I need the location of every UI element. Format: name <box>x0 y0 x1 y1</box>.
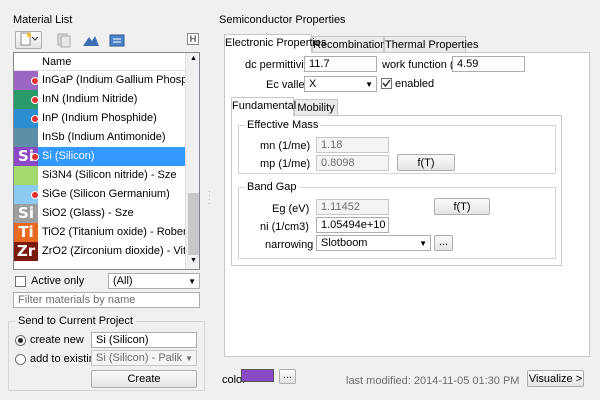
material-element-icon: Si <box>14 204 38 223</box>
material-list-item[interactable]: InP (Indium Phosphide) <box>14 109 185 128</box>
add-existing-dropdown[interactable]: Si (Silicon) - Palik ▼ <box>91 350 197 366</box>
scroll-down-icon[interactable]: ▼ <box>188 257 199 264</box>
add-existing-value: Si (Silicon) - Palik <box>96 352 183 364</box>
material-filter-value: (All) <box>113 275 133 287</box>
ni-label: ni (1/cm3) <box>260 221 309 233</box>
add-existing-radio[interactable] <box>15 354 26 365</box>
no-entry-icon <box>31 77 39 85</box>
material-name: ZrO2 (Zirconium dioxide) - Vitanov <box>42 245 185 257</box>
band-gap-title: Band Gap <box>245 181 299 193</box>
ec-valley-dropdown[interactable]: X ▼ <box>304 76 377 92</box>
material-list[interactable]: Name InGaP (Indium Gallium Phosphide) InN… <box>13 52 200 270</box>
material-element-icon <box>14 128 38 147</box>
material-name: InGaP (Indium Gallium Phosphide) <box>42 74 185 86</box>
splitter-handle[interactable]: · · · · <box>208 188 211 210</box>
no-entry-icon <box>31 115 39 123</box>
material-name: Si3N4 (Silicon nitride) - Sze <box>42 169 177 181</box>
work-function-input[interactable]: 4.59 <box>452 56 525 72</box>
narrowing-dropdown[interactable]: Slotboom ▼ <box>316 235 431 251</box>
material-element-icon: Ti <box>14 223 38 242</box>
create-new-radio[interactable] <box>15 335 26 346</box>
create-button[interactable]: Create <box>91 370 197 388</box>
checkmark-icon <box>382 79 391 88</box>
send-to-project-title: Send to Current Project <box>15 315 136 327</box>
scroll-thumb[interactable] <box>188 193 199 255</box>
material-list-item[interactable]: Si3N4 (Silicon nitride) - Sze <box>14 166 185 185</box>
new-material-button[interactable] <box>15 31 42 49</box>
no-entry-icon <box>31 153 39 161</box>
new-document-icon <box>20 32 38 46</box>
mn-input[interactable]: 1.18 <box>316 137 389 153</box>
chevron-down-icon: ▼ <box>419 239 427 248</box>
chevron-down-icon: ▼ <box>185 354 193 363</box>
tab-electronic-properties[interactable]: Electronic Properties <box>224 34 327 53</box>
corner-button[interactable]: H <box>187 33 199 45</box>
material-list-item[interactable]: Si SiO2 (Glass) - Sze <box>14 204 185 223</box>
narrowing-label: narrowing <box>265 239 314 251</box>
filter-placeholder: Filter materials by name <box>18 294 136 306</box>
material-list-title: Material List <box>13 14 73 26</box>
material-list-item[interactable]: Si Si (Silicon) <box>14 147 185 166</box>
narrowing-value: Slotboom <box>321 237 368 249</box>
subtab-mobility[interactable]: Mobility <box>294 99 338 115</box>
color-more-button[interactable]: ... <box>279 369 296 384</box>
visualize-button[interactable]: Visualize > <box>527 370 584 387</box>
material-name: SiGe (Silicon Germanium) <box>42 188 170 200</box>
column-header-label: Name <box>42 56 72 68</box>
active-only-label: Active only <box>31 275 85 287</box>
mn-label: mn (1/me) <box>260 140 311 152</box>
mass-ft-button[interactable]: f(T) <box>397 154 455 171</box>
chevron-down-icon: ▼ <box>365 80 373 89</box>
export-icon[interactable] <box>108 32 126 48</box>
band-gap-ft-button[interactable]: f(T) <box>434 198 490 215</box>
enabled-label: enabled <box>395 78 435 90</box>
narrowing-more-button[interactable]: ... <box>434 235 453 251</box>
scroll-up-icon[interactable]: ▲ <box>188 55 199 62</box>
chevron-down-icon: ▼ <box>188 277 196 286</box>
active-only-checkbox[interactable] <box>15 276 26 287</box>
material-list-item[interactable]: Ti TiO2 (Titanium oxide) - Robertson <box>14 223 185 242</box>
tab-thermal-properties[interactable]: Thermal Properties <box>384 36 479 52</box>
material-list-body: InGaP (Indium Gallium Phosphide) InN (Ind… <box>14 71 185 269</box>
eg-label: Eg (eV) <box>272 203 310 215</box>
semiconductor-properties-title: Semiconductor Properties <box>219 14 346 26</box>
dc-permittivity-label: dc permittivity <box>245 59 313 71</box>
material-filter-dropdown[interactable]: (All) ▼ <box>108 273 200 289</box>
subtab-fundamental[interactable]: Fundamental <box>231 97 296 116</box>
dc-permittivity-input[interactable]: 11.7 <box>304 56 377 72</box>
no-entry-icon <box>31 191 39 199</box>
material-name: TiO2 (Titanium oxide) - Robertson <box>42 226 185 238</box>
copy-icon[interactable] <box>56 32 72 48</box>
filter-input[interactable]: Filter materials by name <box>13 292 200 308</box>
material-list-item[interactable]: InN (Indium Nitride) <box>14 90 185 109</box>
mountain-icon[interactable] <box>82 32 100 48</box>
column-header[interactable]: Name <box>14 53 185 71</box>
material-element-icon: Zr <box>14 242 38 261</box>
material-element-icon <box>14 166 38 185</box>
list-scrollbar[interactable]: ▲ ▼ <box>185 53 199 269</box>
material-name: Si (Silicon) <box>42 150 95 162</box>
no-entry-icon <box>31 96 39 104</box>
last-modified-text: last modified: 2014-11-05 01:30 PM <box>346 375 520 387</box>
ni-input[interactable]: 1.05494e+10 <box>316 217 389 233</box>
material-name: InN (Indium Nitride) <box>42 93 138 105</box>
ec-valley-value: X <box>309 78 317 90</box>
mp-input[interactable]: 0.8098 <box>316 155 389 171</box>
enabled-checkbox[interactable] <box>381 78 392 89</box>
mp-label: mp (1/me) <box>260 158 311 170</box>
material-name: InP (Indium Phosphide) <box>42 112 157 124</box>
material-list-item[interactable]: SiGe (Silicon Germanium) <box>14 185 185 204</box>
material-list-item[interactable]: Zr ZrO2 (Zirconium dioxide) - Vitanov <box>14 242 185 261</box>
material-name: InSb (Indium Antimonide) <box>42 131 166 143</box>
create-new-input[interactable]: Si (Silicon) <box>91 332 197 348</box>
color-swatch[interactable] <box>241 369 274 382</box>
material-list-item[interactable]: InSb (Indium Antimonide) <box>14 128 185 147</box>
effective-mass-title: Effective Mass <box>245 119 321 131</box>
eg-input[interactable]: 1.11452 <box>316 199 389 215</box>
material-name: SiO2 (Glass) - Sze <box>42 207 134 219</box>
material-list-item[interactable]: InGaP (Indium Gallium Phosphide) <box>14 71 185 90</box>
create-new-label: create new <box>30 334 84 346</box>
